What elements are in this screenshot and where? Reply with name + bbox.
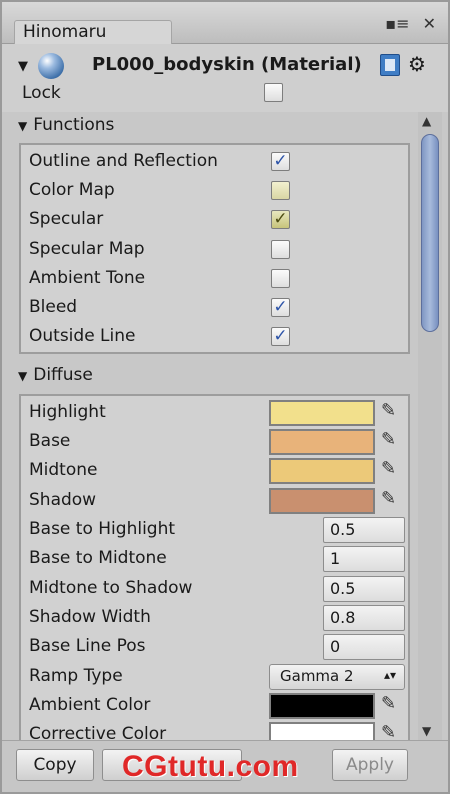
menu-icon[interactable]: ▪≡: [385, 14, 409, 33]
checkbox-outline-reflection[interactable]: ✓: [271, 152, 290, 171]
checkbox-outside-line[interactable]: ✓: [271, 327, 290, 346]
highlight-label: Highlight: [29, 402, 106, 422]
shadow-label: Shadow: [29, 490, 97, 510]
base-to-highlight-label: Base to Highlight: [29, 519, 176, 539]
corrective-color-label: Corrective Color: [29, 724, 167, 740]
function-label-specular: Specular: [29, 209, 104, 229]
shadow-width-field[interactable]: 0.8: [323, 605, 405, 631]
diffuse-panel: Highlight ✎ Base ✎ Midtone ✎ Shadow ✎ Ba…: [19, 394, 410, 740]
ramp-type-select[interactable]: Gamma 2 ▴▾: [269, 664, 405, 690]
diffuse-header-label: Diffuse: [33, 365, 93, 385]
midtone-to-shadow-label: Midtone to Shadow: [29, 578, 193, 598]
eyedropper-icon[interactable]: ✎: [381, 400, 396, 421]
expand-triangle-icon: ▼: [18, 369, 28, 383]
scroll-thumb[interactable]: [421, 134, 439, 332]
inspector-content: ▼ Functions Outline and Reflection ✓ Colo…: [2, 112, 416, 740]
gear-icon[interactable]: ⚙: [408, 52, 426, 76]
base-label: Base: [29, 431, 71, 451]
ramp-type-label: Ramp Type: [29, 666, 123, 686]
ramp-type-value: Gamma 2: [280, 667, 354, 685]
base-to-midtone-field[interactable]: 1: [323, 546, 405, 572]
base-to-midtone-label: Base to Midtone: [29, 548, 167, 568]
base-to-highlight-field[interactable]: 0.5: [323, 517, 405, 543]
scroll-down-arrow-icon[interactable]: ▼: [422, 724, 431, 738]
checkbox-specular[interactable]: ✓: [271, 210, 290, 229]
midtone-label: Midtone: [29, 460, 98, 480]
highlight-color-swatch[interactable]: [269, 400, 375, 426]
updown-arrows-icon: ▴▾: [383, 668, 396, 682]
corrective-color-swatch[interactable]: [269, 722, 375, 740]
material-header: ▼ PL000_bodyskin (Material) ⚙ Lock: [2, 44, 448, 112]
vertical-scrollbar[interactable]: ▲ ▼: [418, 112, 442, 740]
function-label-ambient-tone: Ambient Tone: [29, 268, 146, 288]
shadow-width-label: Shadow Width: [29, 607, 151, 627]
expand-triangle-icon: ▼: [18, 119, 28, 133]
function-label-specular-map: Specular Map: [29, 239, 145, 259]
base-line-pos-label: Base Line Pos: [29, 636, 146, 656]
tab-bar: Hinomaru ▪≡ ✕: [2, 2, 448, 46]
base-color-swatch[interactable]: [269, 429, 375, 455]
function-label-bleed: Bleed: [29, 297, 78, 317]
functions-panel: Outline and Reflection ✓ Color Map Specu…: [19, 143, 410, 354]
ambient-color-swatch[interactable]: [269, 693, 375, 719]
ambient-color-label: Ambient Color: [29, 695, 151, 715]
help-book-icon[interactable]: [380, 54, 400, 76]
lock-label: Lock: [22, 83, 61, 103]
function-label-outline-reflection: Outline and Reflection: [29, 151, 218, 171]
material-title: PL000_bodyskin (Material): [92, 54, 362, 75]
functions-header-label: Functions: [33, 115, 115, 135]
checkbox-color-map[interactable]: [271, 181, 290, 200]
shadow-color-swatch[interactable]: [269, 488, 375, 514]
apply-button[interactable]: Apply: [332, 749, 408, 781]
midtone-color-swatch[interactable]: [269, 458, 375, 484]
eyedropper-icon[interactable]: ✎: [381, 488, 396, 509]
lock-checkbox[interactable]: [264, 83, 283, 102]
function-label-outside-line: Outside Line: [29, 326, 136, 346]
eyedropper-icon[interactable]: ✎: [381, 722, 396, 740]
inspector-window: Hinomaru ▪≡ ✕ ▼ PL000_bodyskin (Material…: [0, 0, 450, 794]
base-line-pos-field[interactable]: 0: [323, 634, 405, 660]
copy-button[interactable]: Copy: [16, 749, 94, 781]
function-label-color-map: Color Map: [29, 180, 115, 200]
checkbox-bleed[interactable]: ✓: [271, 298, 290, 317]
checkbox-specular-map[interactable]: [271, 240, 290, 259]
tab-hinomaru[interactable]: Hinomaru: [14, 20, 172, 46]
material-sphere-icon: [38, 53, 64, 79]
diffuse-section-header[interactable]: ▼ Diffuse: [18, 365, 93, 385]
functions-section-header[interactable]: ▼ Functions: [18, 115, 114, 135]
window-controls: ▪≡ ✕: [377, 14, 436, 33]
eyedropper-icon[interactable]: ✎: [381, 693, 396, 714]
close-icon[interactable]: ✕: [423, 14, 436, 33]
scroll-up-arrow-icon[interactable]: ▲: [422, 114, 431, 128]
eyedropper-icon[interactable]: ✎: [381, 429, 396, 450]
eyedropper-icon[interactable]: ✎: [381, 458, 396, 479]
midtone-to-shadow-field[interactable]: 0.5: [323, 576, 405, 602]
collapse-arrow-icon[interactable]: ▼: [18, 59, 28, 74]
watermark-text: CGtutu.com: [122, 750, 299, 783]
checkbox-ambient-tone[interactable]: [271, 269, 290, 288]
